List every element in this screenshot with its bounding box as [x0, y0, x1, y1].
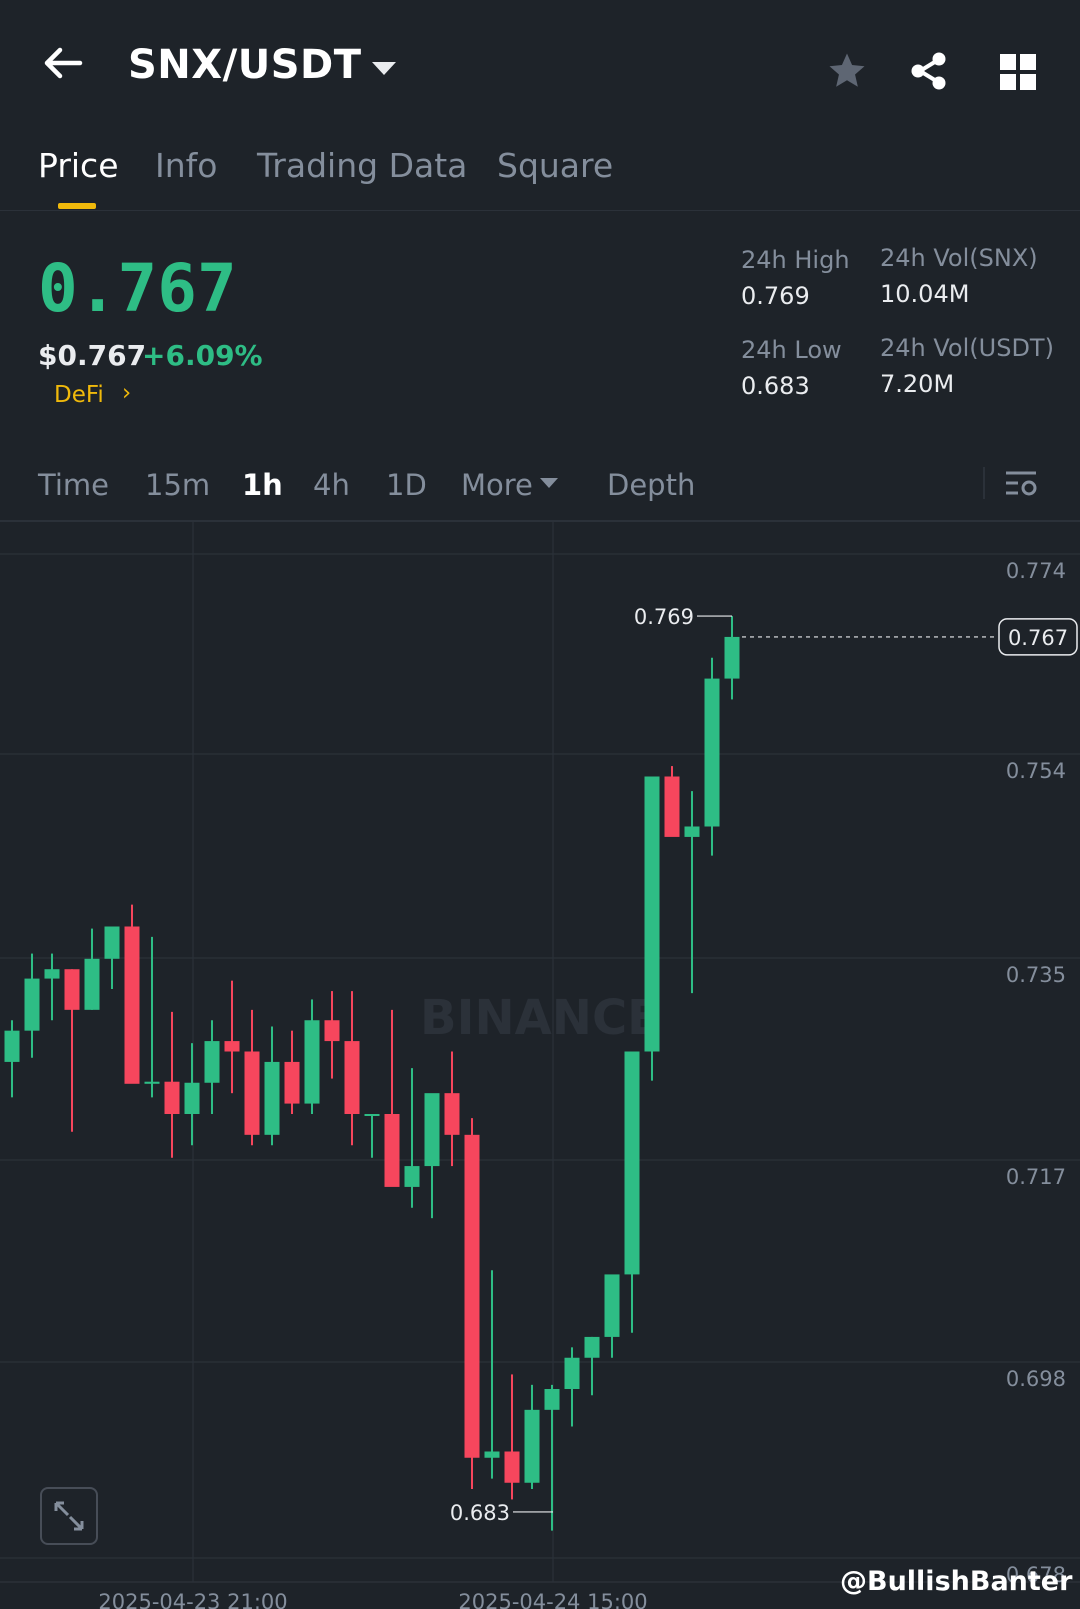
candle-body — [724, 636, 740, 679]
candle-body — [584, 1336, 600, 1358]
candle-body — [424, 1093, 440, 1167]
interval-1h[interactable]: 1h — [242, 468, 283, 502]
candle-body — [664, 776, 680, 837]
stat-low-label: 24h Low — [741, 336, 842, 364]
candle-body — [604, 1274, 620, 1337]
candle-body — [44, 969, 60, 979]
candle-body — [144, 1081, 160, 1084]
candle-body — [624, 1051, 640, 1275]
interval-depth[interactable]: Depth — [607, 468, 695, 502]
candle-body — [524, 1409, 540, 1483]
candle-body — [224, 1041, 240, 1052]
candle-body — [64, 969, 80, 1010]
expand-icon — [54, 1501, 84, 1531]
candle-body — [264, 1061, 280, 1135]
candle-body — [404, 1166, 420, 1187]
y-tick-label: 0.754 — [1006, 759, 1066, 783]
candle-body — [244, 1051, 260, 1135]
trading-pair-title[interactable]: SNX/USDT — [128, 42, 362, 88]
candle-body — [444, 1093, 460, 1135]
candle-body — [544, 1389, 560, 1410]
y-tick-label: 0.717 — [1006, 1165, 1066, 1189]
more-caret-icon[interactable] — [540, 478, 558, 488]
interval-15m[interactable]: 15m — [145, 468, 210, 502]
candle-body — [164, 1081, 180, 1114]
candle-body — [184, 1082, 200, 1114]
divider — [983, 467, 985, 499]
candle-body — [24, 978, 40, 1031]
candle-body — [384, 1114, 400, 1187]
candle-body — [304, 1020, 320, 1104]
grid-icon[interactable] — [998, 52, 1038, 92]
y-tick-label: 0.735 — [1006, 963, 1066, 987]
source-watermark: @BullishBanter — [840, 1566, 1073, 1597]
star-icon[interactable] — [826, 50, 868, 92]
candle-body — [464, 1134, 480, 1458]
tab-price[interactable]: Price — [38, 146, 119, 185]
last-price: 0.767 — [38, 250, 237, 327]
fullscreen-button[interactable] — [40, 1487, 98, 1545]
candle-body — [104, 926, 120, 959]
last-price-badge-label: 0.767 — [1008, 626, 1068, 650]
chart-settings-icon[interactable] — [1004, 467, 1038, 501]
y-tick-label: 0.774 — [1006, 559, 1066, 583]
candle-body — [204, 1041, 220, 1083]
candle-body — [684, 826, 700, 837]
back-arrow-icon[interactable] — [40, 40, 86, 86]
stat-vol-base-label: 24h Vol(SNX) — [880, 244, 1038, 272]
candle-body — [504, 1451, 520, 1483]
interval-1d[interactable]: 1D — [386, 468, 427, 502]
low-marker-label: 0.683 — [450, 1501, 510, 1525]
price-change-percent: +6.09% — [142, 339, 263, 372]
candle-body — [324, 1020, 340, 1042]
stat-vol-quote-value: 7.20M — [880, 370, 955, 398]
interval-more[interactable]: More — [461, 468, 533, 502]
tab-trading-data[interactable]: Trading Data — [257, 146, 467, 185]
candle-body — [284, 1061, 300, 1104]
candlestick-chart[interactable]: BINANCE 0.7740.7540.7350.7170.6980.67820… — [0, 522, 1080, 1609]
stat-high-label: 24h High — [741, 246, 850, 274]
candle-body — [564, 1357, 580, 1389]
high-marker-label: 0.769 — [634, 605, 694, 629]
interval-time[interactable]: Time — [38, 468, 109, 502]
candle-body — [644, 776, 660, 1052]
candle-body — [484, 1451, 500, 1458]
x-tick-label: 2025-04-23 21:00 — [98, 1590, 287, 1609]
candle-body — [124, 926, 140, 1084]
category-tag[interactable]: DeFi — [54, 382, 104, 408]
candle-body — [4, 1030, 20, 1062]
x-tick-label: 2025-04-24 15:00 — [458, 1590, 647, 1609]
active-tab-indicator — [58, 203, 96, 209]
binance-watermark: BINANCE — [420, 990, 660, 1046]
usd-price: $0.767 — [38, 339, 147, 372]
chevron-right-icon[interactable]: › — [122, 380, 131, 406]
dropdown-caret-icon[interactable] — [372, 62, 396, 75]
stat-vol-quote-label: 24h Vol(USDT) — [880, 334, 1054, 362]
tab-square[interactable]: Square — [497, 146, 613, 185]
stat-high-value: 0.769 — [741, 282, 810, 310]
share-icon[interactable] — [908, 50, 950, 92]
interval-4h[interactable]: 4h — [313, 468, 350, 502]
candle-body — [344, 1041, 360, 1114]
stat-vol-base-value: 10.04M — [880, 280, 970, 308]
stat-low-value: 0.683 — [741, 372, 810, 400]
tab-info[interactable]: Info — [155, 146, 217, 185]
y-tick-label: 0.698 — [1006, 1367, 1066, 1391]
candle-body — [364, 1114, 380, 1116]
candle-body — [84, 958, 100, 1010]
candle-body — [704, 678, 720, 827]
